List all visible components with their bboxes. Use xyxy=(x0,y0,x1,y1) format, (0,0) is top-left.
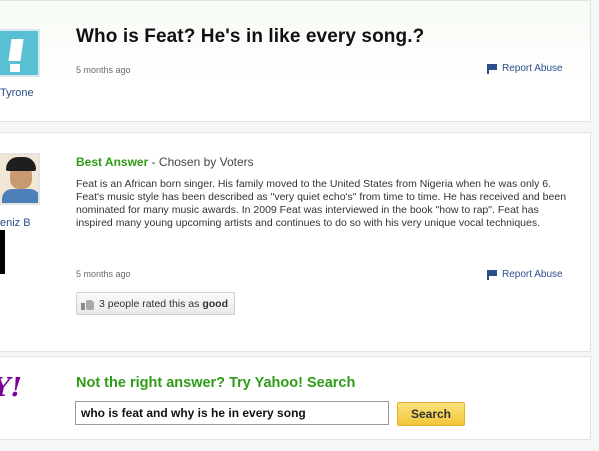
answer-report-abuse-link[interactable]: Report Abuse xyxy=(487,269,563,280)
report-abuse-label: Report Abuse xyxy=(502,269,563,280)
yahoo-logo[interactable]: Y! xyxy=(0,373,22,403)
asker-name[interactable]: Tyrone xyxy=(0,87,34,99)
page-frame: Tyrone Who is Feat? He's in like every s… xyxy=(0,0,599,451)
best-answer-label: Best Answer xyxy=(76,155,149,169)
question-report-abuse-link[interactable]: Report Abuse xyxy=(487,63,563,74)
flag-icon xyxy=(487,63,497,74)
answerer-name[interactable]: eniz B xyxy=(0,217,31,229)
search-panel: Y! Not the right answer? Try Yahoo! Sear… xyxy=(0,356,591,440)
question-timestamp: 5 months ago xyxy=(76,65,131,75)
chosen-by-label: - Chosen by Voters xyxy=(148,155,254,169)
black-edge-bar xyxy=(0,230,5,274)
search-input[interactable] xyxy=(75,401,389,425)
question-panel: Tyrone Who is Feat? He's in like every s… xyxy=(0,0,591,122)
flag-icon xyxy=(487,269,497,280)
answer-timestamp: 5 months ago xyxy=(76,269,131,279)
question-title: Who is Feat? He's in like every song.? xyxy=(76,26,425,47)
rating-text: 3 people rated this as good xyxy=(99,297,228,310)
asker-avatar[interactable] xyxy=(0,29,40,77)
answer-body: Feat is an African born singer. His fami… xyxy=(76,178,567,230)
exclamation-icon xyxy=(8,39,24,61)
rating-value: good xyxy=(202,297,228,310)
search-prompt: Not the right answer? Try Yahoo! Search xyxy=(76,375,356,391)
report-abuse-label: Report Abuse xyxy=(502,63,563,74)
rating-button[interactable]: 3 people rated this as good xyxy=(76,292,235,315)
answer-panel: eniz B Best Answer - Chosen by Voters Fe… xyxy=(0,132,591,352)
best-answer-header: Best Answer - Chosen by Voters xyxy=(76,155,254,169)
thumbs-up-icon xyxy=(81,298,95,310)
answerer-avatar[interactable] xyxy=(0,153,40,205)
search-button[interactable]: Search xyxy=(397,402,465,426)
